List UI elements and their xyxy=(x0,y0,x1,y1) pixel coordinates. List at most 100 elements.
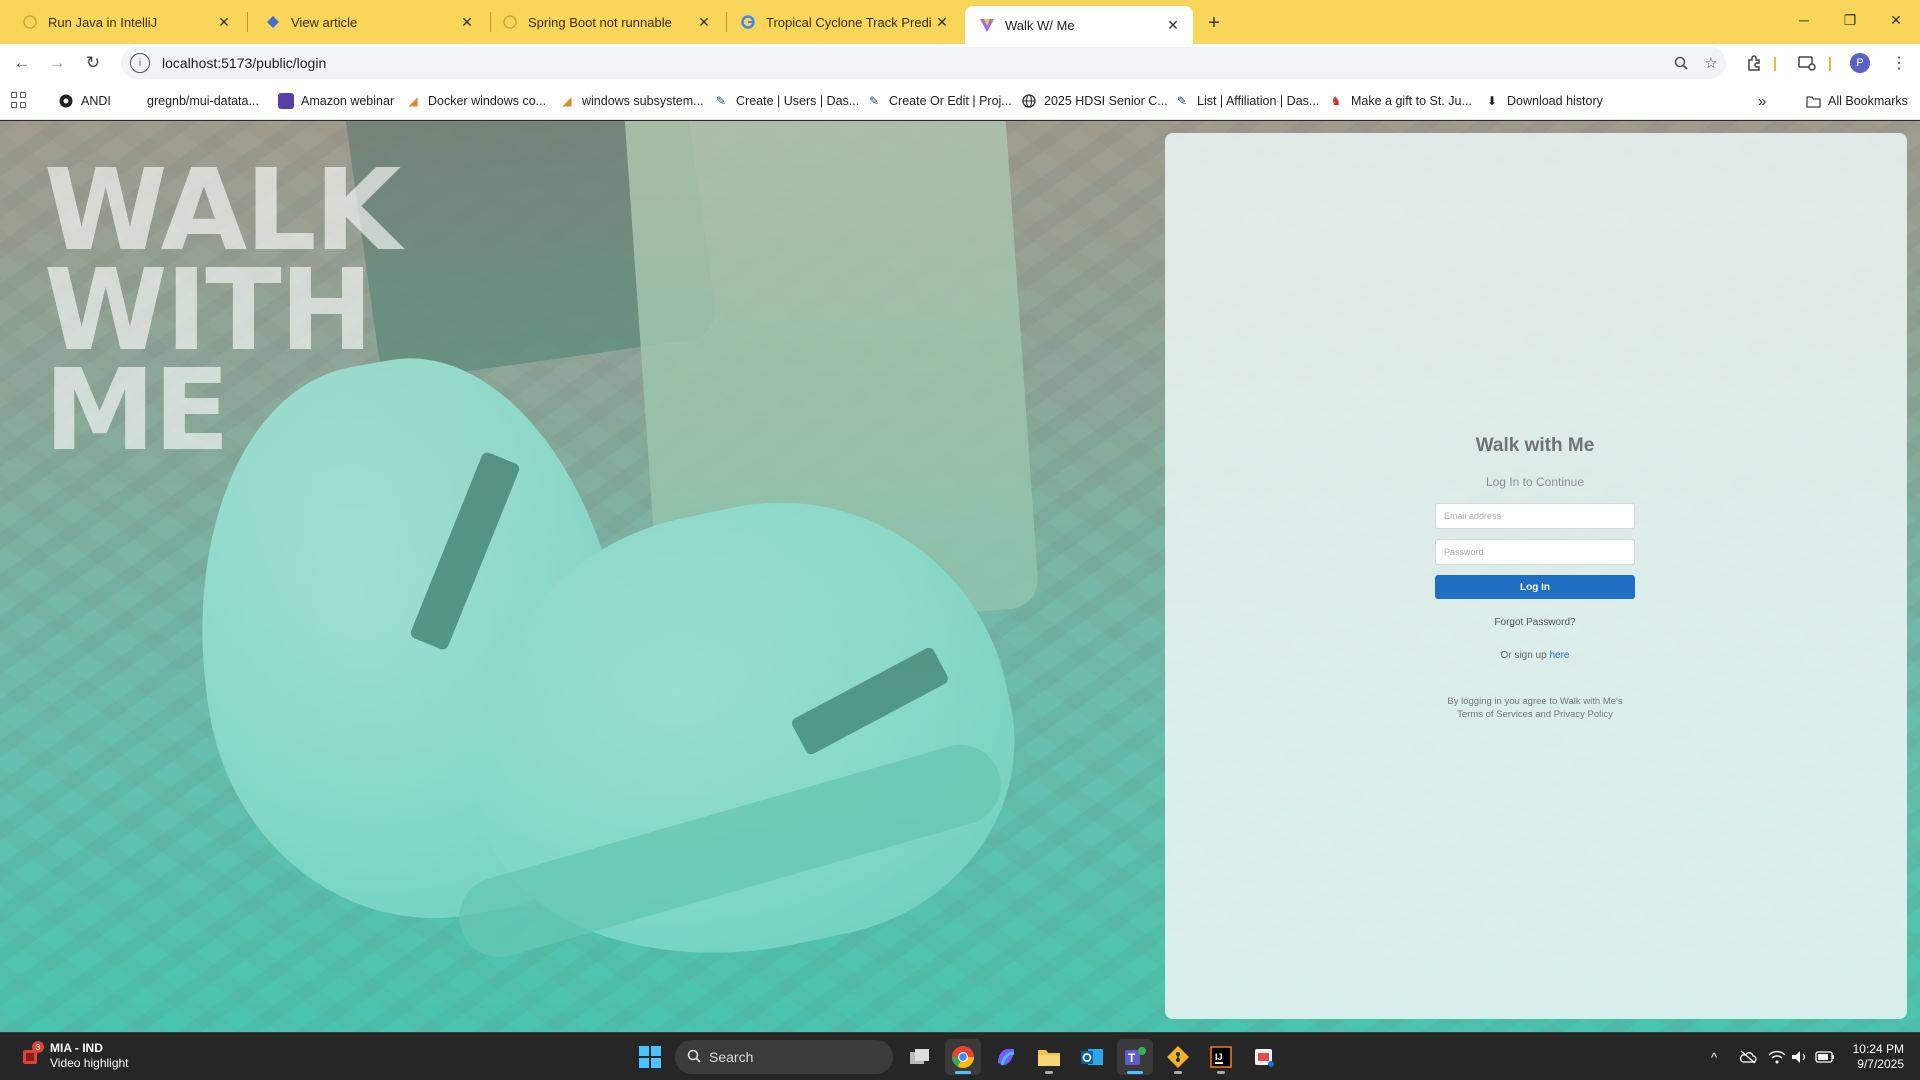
login-panel: Walk with Me Log In to Continue Log In F… xyxy=(1165,133,1907,1019)
bookmarks-overflow-button[interactable]: » xyxy=(1758,91,1766,111)
all-bookmarks-label: All Bookmarks xyxy=(1828,94,1908,108)
profile-avatar[interactable]: P xyxy=(1850,53,1870,73)
tab-separator xyxy=(247,12,248,32)
system-clock[interactable]: 10:24 PM 9/7/2025 xyxy=(1848,1042,1904,1072)
bookmark-item[interactable]: gregnb/mui-datata... xyxy=(124,91,259,111)
close-icon[interactable]: ✕ xyxy=(457,12,477,32)
tab-tropical-cyclone[interactable]: Tropical Cyclone Track Predictio ✕ xyxy=(726,5,962,39)
bookmark-item[interactable]: ◢ windows subsystem... xyxy=(559,91,704,111)
chrome-icon[interactable] xyxy=(945,1039,981,1075)
signup-link[interactable]: here xyxy=(1549,650,1569,661)
folder-icon xyxy=(1805,93,1821,109)
zoom-icon[interactable] xyxy=(1666,48,1696,78)
signup-prefix: Or sign up xyxy=(1500,650,1547,661)
tab-title: Spring Boot not runnable xyxy=(528,14,672,30)
intellij-icon[interactable]: IJ xyxy=(1203,1039,1239,1075)
download-icon: ⬇ xyxy=(1486,94,1498,108)
password-field[interactable] xyxy=(1435,539,1635,565)
site-info-icon[interactable]: i xyxy=(130,53,150,73)
teams-icon[interactable]: T xyxy=(1117,1039,1153,1075)
reload-icon[interactable]: ↻ xyxy=(79,49,107,77)
restore-icon[interactable]: ❐ xyxy=(1827,0,1873,40)
bookmark-item[interactable]: ◢ Docker windows co... xyxy=(405,91,546,111)
git-icon[interactable] xyxy=(1160,1039,1196,1075)
bookmark-label: ANDI xyxy=(81,94,111,108)
tab-title: View article xyxy=(291,14,358,30)
forward-icon[interactable]: → xyxy=(43,49,71,77)
login-button[interactable]: Log In xyxy=(1435,575,1635,599)
battery-icon[interactable] xyxy=(1815,1047,1835,1067)
bookmark-label: 2025 HDSI Senior C... xyxy=(1044,94,1168,108)
running-indicator xyxy=(1174,1071,1182,1074)
close-icon[interactable]: ✕ xyxy=(1163,15,1183,35)
show-hidden-icons-chevron-icon[interactable]: ^ xyxy=(1704,1047,1724,1067)
tab-spring-boot[interactable]: Spring Boot not runnable ✕ xyxy=(488,5,724,39)
bookmark-label: Download history xyxy=(1507,94,1603,108)
menu-icon[interactable]: ⋮ xyxy=(1885,49,1913,77)
close-icon[interactable]: ✕ xyxy=(694,12,714,32)
address-bar[interactable]: i localhost:5173/public/login ☆ xyxy=(121,47,1726,79)
tab-view-article[interactable]: View article ✕ xyxy=(251,5,487,39)
task-view-icon[interactable] xyxy=(902,1039,938,1075)
bookmark-item[interactable]: ANDI xyxy=(58,91,111,111)
svg-text:T: T xyxy=(1128,1051,1136,1065)
vite-icon xyxy=(979,17,995,33)
start-button-icon[interactable] xyxy=(639,1046,661,1068)
media-icon[interactable] xyxy=(1793,49,1821,77)
weather-widget[interactable]: 3 MIA - IND Video highlight xyxy=(20,1041,129,1071)
dashboard-icon: ✎ xyxy=(868,94,880,108)
outlook-icon[interactable] xyxy=(1074,1039,1110,1075)
address-url[interactable]: localhost:5173/public/login xyxy=(162,55,1666,71)
all-bookmarks-button[interactable]: All Bookmarks xyxy=(1805,91,1908,111)
bookmarks-bar: ANDI gregnb/mui-datata... Amazon webinar… xyxy=(0,82,1920,120)
new-tab-button[interactable]: + xyxy=(1200,9,1228,37)
windows-taskbar: 3 MIA - IND Video highlight Search T IJ … xyxy=(0,1032,1920,1080)
search-label: Search xyxy=(709,1049,754,1065)
close-window-icon[interactable]: ✕ xyxy=(1873,0,1919,40)
dashboard-icon: ✎ xyxy=(715,94,727,108)
bookmark-item[interactable]: ⬇ Download history xyxy=(1484,91,1603,111)
tab-run-java[interactable]: Run Java in IntelliJ ✕ xyxy=(8,5,244,39)
signup-line: Or sign up here xyxy=(1435,650,1635,661)
taskbar-search[interactable]: Search xyxy=(675,1040,893,1074)
login-form: Walk with Me Log In to Continue Log In F… xyxy=(1435,435,1635,721)
snipping-tool-icon[interactable] xyxy=(1246,1039,1282,1075)
bookmark-item[interactable]: ♞ Make a gift to St. Ju... xyxy=(1328,91,1472,111)
bookmark-label: Create Or Edit | Proj... xyxy=(889,94,1012,108)
app-title: Walk with Me xyxy=(1475,435,1595,456)
bookmark-item[interactable]: ✎ Create Or Edit | Proj... xyxy=(866,91,1012,111)
close-icon[interactable]: ✕ xyxy=(932,12,952,32)
bookmark-label: windows subsystem... xyxy=(582,94,704,108)
wifi-icon[interactable] xyxy=(1767,1047,1787,1067)
copilot-icon[interactable] xyxy=(988,1039,1024,1075)
onedrive-off-icon[interactable] xyxy=(1738,1047,1758,1067)
volume-icon[interactable] xyxy=(1790,1047,1810,1067)
legal-line: By logging in you agree to Walk with Me'… xyxy=(1447,696,1623,707)
bookmark-label: List | Affiliation | Das... xyxy=(1197,94,1320,108)
file-explorer-icon[interactable] xyxy=(1031,1039,1067,1075)
andi-icon xyxy=(58,93,74,109)
svg-text:IJ: IJ xyxy=(1215,1052,1223,1062)
running-indicator xyxy=(1127,1071,1143,1074)
globe-icon xyxy=(1021,93,1037,109)
minimize-icon[interactable]: ─ xyxy=(1781,0,1827,40)
bookmark-item[interactable]: Amazon webinar xyxy=(278,91,394,111)
running-indicator xyxy=(1045,1071,1053,1074)
bookmark-item[interactable]: 2025 HDSI Senior C... xyxy=(1021,91,1168,111)
close-icon[interactable]: ✕ xyxy=(214,12,234,32)
notification-badge: 3 xyxy=(32,1041,44,1053)
tab-title: Tropical Cyclone Track Predictio xyxy=(766,14,932,30)
back-icon[interactable]: ← xyxy=(8,49,36,77)
bookmark-item[interactable]: ✎ Create | Users | Das... xyxy=(713,91,859,111)
tab-walk-with-me[interactable]: Walk W/ Me ✕ xyxy=(965,6,1193,44)
widget-title: MIA - IND xyxy=(50,1041,103,1055)
bookmark-page-icon: ◢ xyxy=(408,94,418,108)
bookmark-item[interactable]: ✎ List | Affiliation | Das... xyxy=(1174,91,1319,111)
extensions-icon[interactable] xyxy=(1740,49,1768,77)
sports-icon: 3 xyxy=(20,1041,44,1067)
email-field[interactable] xyxy=(1435,503,1635,529)
bookmark-star-icon[interactable]: ☆ xyxy=(1696,48,1726,78)
forgot-password-link[interactable]: Forgot Password? xyxy=(1435,617,1635,628)
legal-notice: By logging in you agree to Walk with Me'… xyxy=(1435,695,1635,721)
apps-grid-icon[interactable] xyxy=(11,92,27,108)
